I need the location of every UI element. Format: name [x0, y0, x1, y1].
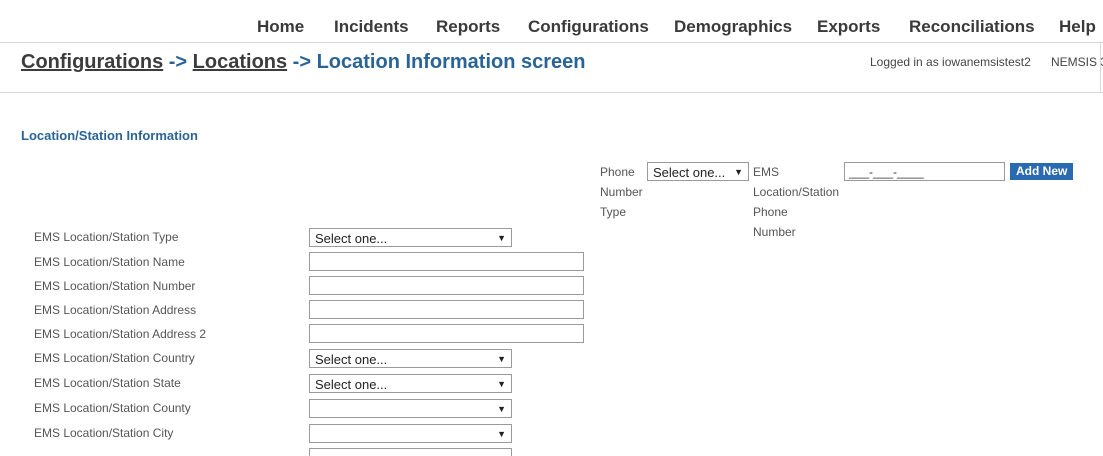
nav-demographics[interactable]: Demographics: [674, 17, 792, 37]
nav-help[interactable]: Help: [1059, 17, 1096, 37]
field-label-type: EMS Location/Station Type: [34, 230, 179, 244]
phone-type-select-value: Select one...: [653, 165, 726, 180]
next-field-select-partial[interactable]: [309, 448, 512, 456]
station-state-select[interactable]: Select one... ▼: [309, 374, 512, 393]
station-country-select-value: Select one...: [315, 352, 388, 367]
station-county-select[interactable]: ▼: [309, 399, 512, 418]
dropdown-arrow-icon: ▼: [497, 233, 506, 243]
nav-reconciliations[interactable]: Reconciliations: [909, 17, 1035, 37]
breadcrumb-configurations[interactable]: Configurations: [21, 51, 163, 73]
field-label-address2: EMS Location/Station Address 2: [34, 327, 207, 341]
phone-number-label: Phone: [753, 205, 788, 219]
breadcrumb-separator: ->: [163, 51, 193, 73]
station-address2-input[interactable]: [309, 324, 584, 343]
nav-incidents[interactable]: Incidents: [334, 17, 409, 37]
breadcrumb-locations[interactable]: Locations: [193, 51, 287, 73]
phone-type-label: Phone: [600, 165, 635, 179]
station-type-select[interactable]: Select one... ▼: [309, 228, 512, 247]
phone-type-label: Number: [600, 185, 643, 199]
field-label-city: EMS Location/Station City: [34, 426, 174, 440]
dropdown-arrow-icon: ▼: [497, 379, 506, 389]
nav-home[interactable]: Home: [257, 17, 304, 37]
logged-in-text: Logged in as iowanemsistest2: [870, 55, 1031, 69]
phone-number-label: EMS: [753, 165, 780, 179]
phone-type-select[interactable]: Select one... ▼: [647, 162, 749, 181]
breadcrumb: Configurations -> Locations -> Location …: [21, 50, 586, 74]
dropdown-arrow-icon: ▼: [497, 429, 506, 439]
field-label-number: EMS Location/Station Number: [34, 279, 196, 293]
nav-configurations[interactable]: Configurations: [528, 17, 649, 37]
station-country-select[interactable]: Select one... ▼: [309, 349, 512, 368]
section-title: Location/Station Information: [21, 128, 198, 143]
breadcrumb-separator: ->: [287, 51, 317, 73]
station-number-input[interactable]: [309, 276, 584, 295]
field-label-state: EMS Location/Station State: [34, 376, 181, 390]
page-title: Location Information screen: [316, 51, 586, 73]
station-name-input[interactable]: [309, 252, 584, 271]
dropdown-arrow-icon: ▼: [734, 167, 743, 177]
phone-type-label: Type: [600, 205, 627, 219]
station-city-select[interactable]: ▼: [309, 424, 512, 443]
nav-reports[interactable]: Reports: [436, 17, 500, 37]
phone-number-label: Location/Station: [753, 185, 840, 199]
station-type-select-value: Select one...: [315, 231, 388, 246]
header-rule: [0, 92, 1103, 93]
phone-number-label: Number: [753, 225, 796, 239]
phone-number-input[interactable]: [844, 162, 1005, 181]
field-label-county: EMS Location/Station County: [34, 401, 191, 415]
dropdown-arrow-icon: ▼: [497, 354, 506, 364]
top-nav: Home Incidents Reports Configurations De…: [0, 0, 1103, 43]
field-label-country: EMS Location/Station Country: [34, 351, 195, 365]
dropdown-arrow-icon: ▼: [497, 404, 506, 414]
add-new-button[interactable]: Add New: [1010, 163, 1074, 180]
field-label-address: EMS Location/Station Address: [34, 303, 197, 317]
station-address-input[interactable]: [309, 300, 584, 319]
version-text: NEMSIS 3: [1051, 55, 1103, 69]
nav-exports[interactable]: Exports: [817, 17, 880, 37]
field-label-name: EMS Location/Station Name: [34, 255, 185, 269]
station-state-select-value: Select one...: [315, 377, 388, 392]
